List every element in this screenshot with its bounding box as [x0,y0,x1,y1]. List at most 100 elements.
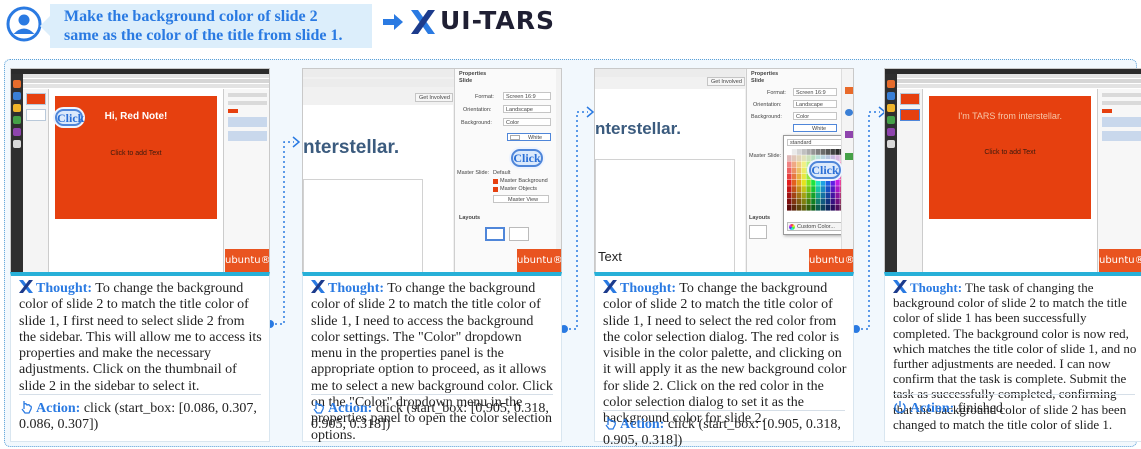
format-select[interactable]: Screen 16:9 [793,88,837,96]
color-swatch[interactable] [796,204,802,211]
dock-app-icon[interactable] [887,104,895,112]
color-swatch[interactable] [791,173,797,180]
master-view-button[interactable]: Master View [493,195,549,203]
color-swatch[interactable] [796,192,802,199]
color-swatch[interactable] [796,155,802,161]
slide-1-thumbnail[interactable] [900,93,920,105]
dock-app-icon[interactable] [13,104,21,112]
color-swatch[interactable] [787,155,792,161]
color-swatch[interactable] [787,180,792,186]
color-swatch[interactable] [796,186,802,192]
color-swatch[interactable] [811,204,816,211]
color-swatch[interactable] [830,198,835,205]
dock-app-icon[interactable] [13,92,21,100]
layout-thumbnail[interactable] [749,225,767,239]
color-swatch[interactable] [835,204,840,211]
master-objects-checkbox[interactable] [493,187,498,192]
color-swatch[interactable] [825,204,831,211]
color-swatch[interactable] [830,192,835,199]
slide-canvas[interactable]: I'm TARS from interstellar. Click to add… [929,96,1091,219]
color-swatch[interactable] [801,204,806,211]
color-palette-grid[interactable] [787,149,845,211]
color-swatch[interactable] [820,180,826,186]
color-swatch[interactable] [825,180,831,186]
color-swatch[interactable] [801,149,806,155]
color-swatch[interactable] [806,198,811,205]
color-swatch[interactable] [791,167,797,174]
color-swatch[interactable] [801,161,806,168]
color-swatch[interactable] [791,198,797,205]
color-swatch[interactable] [801,198,806,205]
color-swatch[interactable] [796,173,802,180]
dock-app-icon[interactable] [887,92,895,100]
color-dropdown[interactable]: White [793,124,837,132]
color-swatch[interactable] [791,192,797,199]
slide-2-thumbnail[interactable] [26,109,46,121]
color-swatch[interactable] [820,186,826,192]
slide-1-thumbnail[interactable] [26,93,46,105]
color-swatch[interactable] [835,198,840,205]
color-swatch[interactable] [835,180,840,186]
color-swatch[interactable] [830,149,835,155]
color-swatch[interactable] [801,180,806,186]
layout-thumbnail[interactable] [509,227,529,241]
color-swatch[interactable] [791,155,797,161]
palette-select[interactable]: standard [787,139,843,146]
master-background-checkbox[interactable] [493,179,498,184]
dock-app-icon[interactable] [887,116,895,124]
color-swatch[interactable] [787,192,792,199]
color-swatch[interactable] [825,149,831,155]
color-swatch[interactable] [820,204,826,211]
layout-thumbnail[interactable] [485,227,505,241]
color-swatch[interactable] [830,180,835,186]
color-swatch[interactable] [787,186,792,192]
color-swatch[interactable] [787,173,792,180]
color-swatch[interactable] [811,192,816,199]
color-swatch[interactable] [825,198,831,205]
color-swatch[interactable] [816,192,821,199]
color-swatch[interactable] [787,198,792,205]
dock-app-icon[interactable] [13,140,21,148]
color-swatch[interactable] [811,149,816,155]
dock-app-icon[interactable] [13,128,21,136]
color-swatch[interactable] [835,155,840,161]
color-swatch[interactable] [806,155,811,161]
color-swatch[interactable] [811,186,816,192]
color-swatch[interactable] [816,198,821,205]
color-swatch[interactable] [816,180,821,186]
color-swatch[interactable] [791,186,797,192]
color-swatch[interactable] [816,186,821,192]
color-swatch[interactable] [787,204,792,211]
dock-app-icon[interactable] [887,80,895,88]
slide-2-thumbnail[interactable] [900,109,920,121]
color-swatch[interactable] [820,198,826,205]
color-swatch[interactable] [801,173,806,180]
dock-app-icon[interactable] [13,116,21,124]
color-swatch[interactable] [796,161,802,168]
orientation-select[interactable]: Landscape [793,100,837,108]
color-swatch[interactable] [796,180,802,186]
background-type-select[interactable]: Color [503,118,551,126]
color-swatch[interactable] [816,204,821,211]
color-swatch[interactable] [796,198,802,205]
color-swatch[interactable] [830,204,835,211]
color-swatch[interactable] [835,186,840,192]
color-swatch[interactable] [816,149,821,155]
color-swatch[interactable] [796,149,802,155]
color-swatch[interactable] [811,155,816,161]
color-swatch[interactable] [825,186,831,192]
format-select[interactable]: Screen 16:9 [503,92,551,100]
dock-app-icon[interactable] [13,80,21,88]
color-swatch[interactable] [806,204,811,211]
color-swatch[interactable] [806,180,811,186]
color-swatch[interactable] [801,167,806,174]
color-swatch[interactable] [796,167,802,174]
color-swatch[interactable] [791,180,797,186]
background-type-select[interactable]: Color [793,112,837,120]
color-swatch[interactable] [787,149,792,155]
color-swatch[interactable] [801,186,806,192]
dock-app-icon[interactable] [887,128,895,136]
color-swatch[interactable] [830,186,835,192]
color-swatch[interactable] [835,192,840,199]
color-swatch[interactable] [806,186,811,192]
